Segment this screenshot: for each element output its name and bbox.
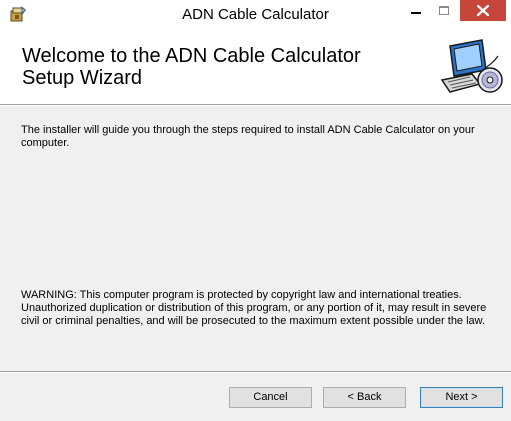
intro-text: The installer will guide you through the… [21,124,475,149]
footer-divider [0,371,511,373]
header-divider [0,104,511,106]
title-bar[interactable]: ADN Cable Calculator [0,0,511,30]
close-button[interactable] [460,0,506,21]
cancel-button[interactable]: Cancel [229,387,312,408]
back-button[interactable]: < Back [323,387,406,408]
minimize-icon[interactable] [402,0,430,22]
copyright-warning-text: WARNING: This computer program is protec… [21,289,487,327]
wizard-title: Welcome to the ADN Cable Calculator Setu… [22,45,361,89]
maximize-icon[interactable] [430,0,458,22]
next-button[interactable]: Next > [420,387,503,408]
setup-wizard-window: ADN Cable Calculator Welcome to the ADN … [0,0,511,421]
computer-with-disc-icon [440,39,503,93]
close-icon [476,4,490,17]
wizard-header-banner: Welcome to the ADN Cable Calculator Setu… [0,30,511,104]
